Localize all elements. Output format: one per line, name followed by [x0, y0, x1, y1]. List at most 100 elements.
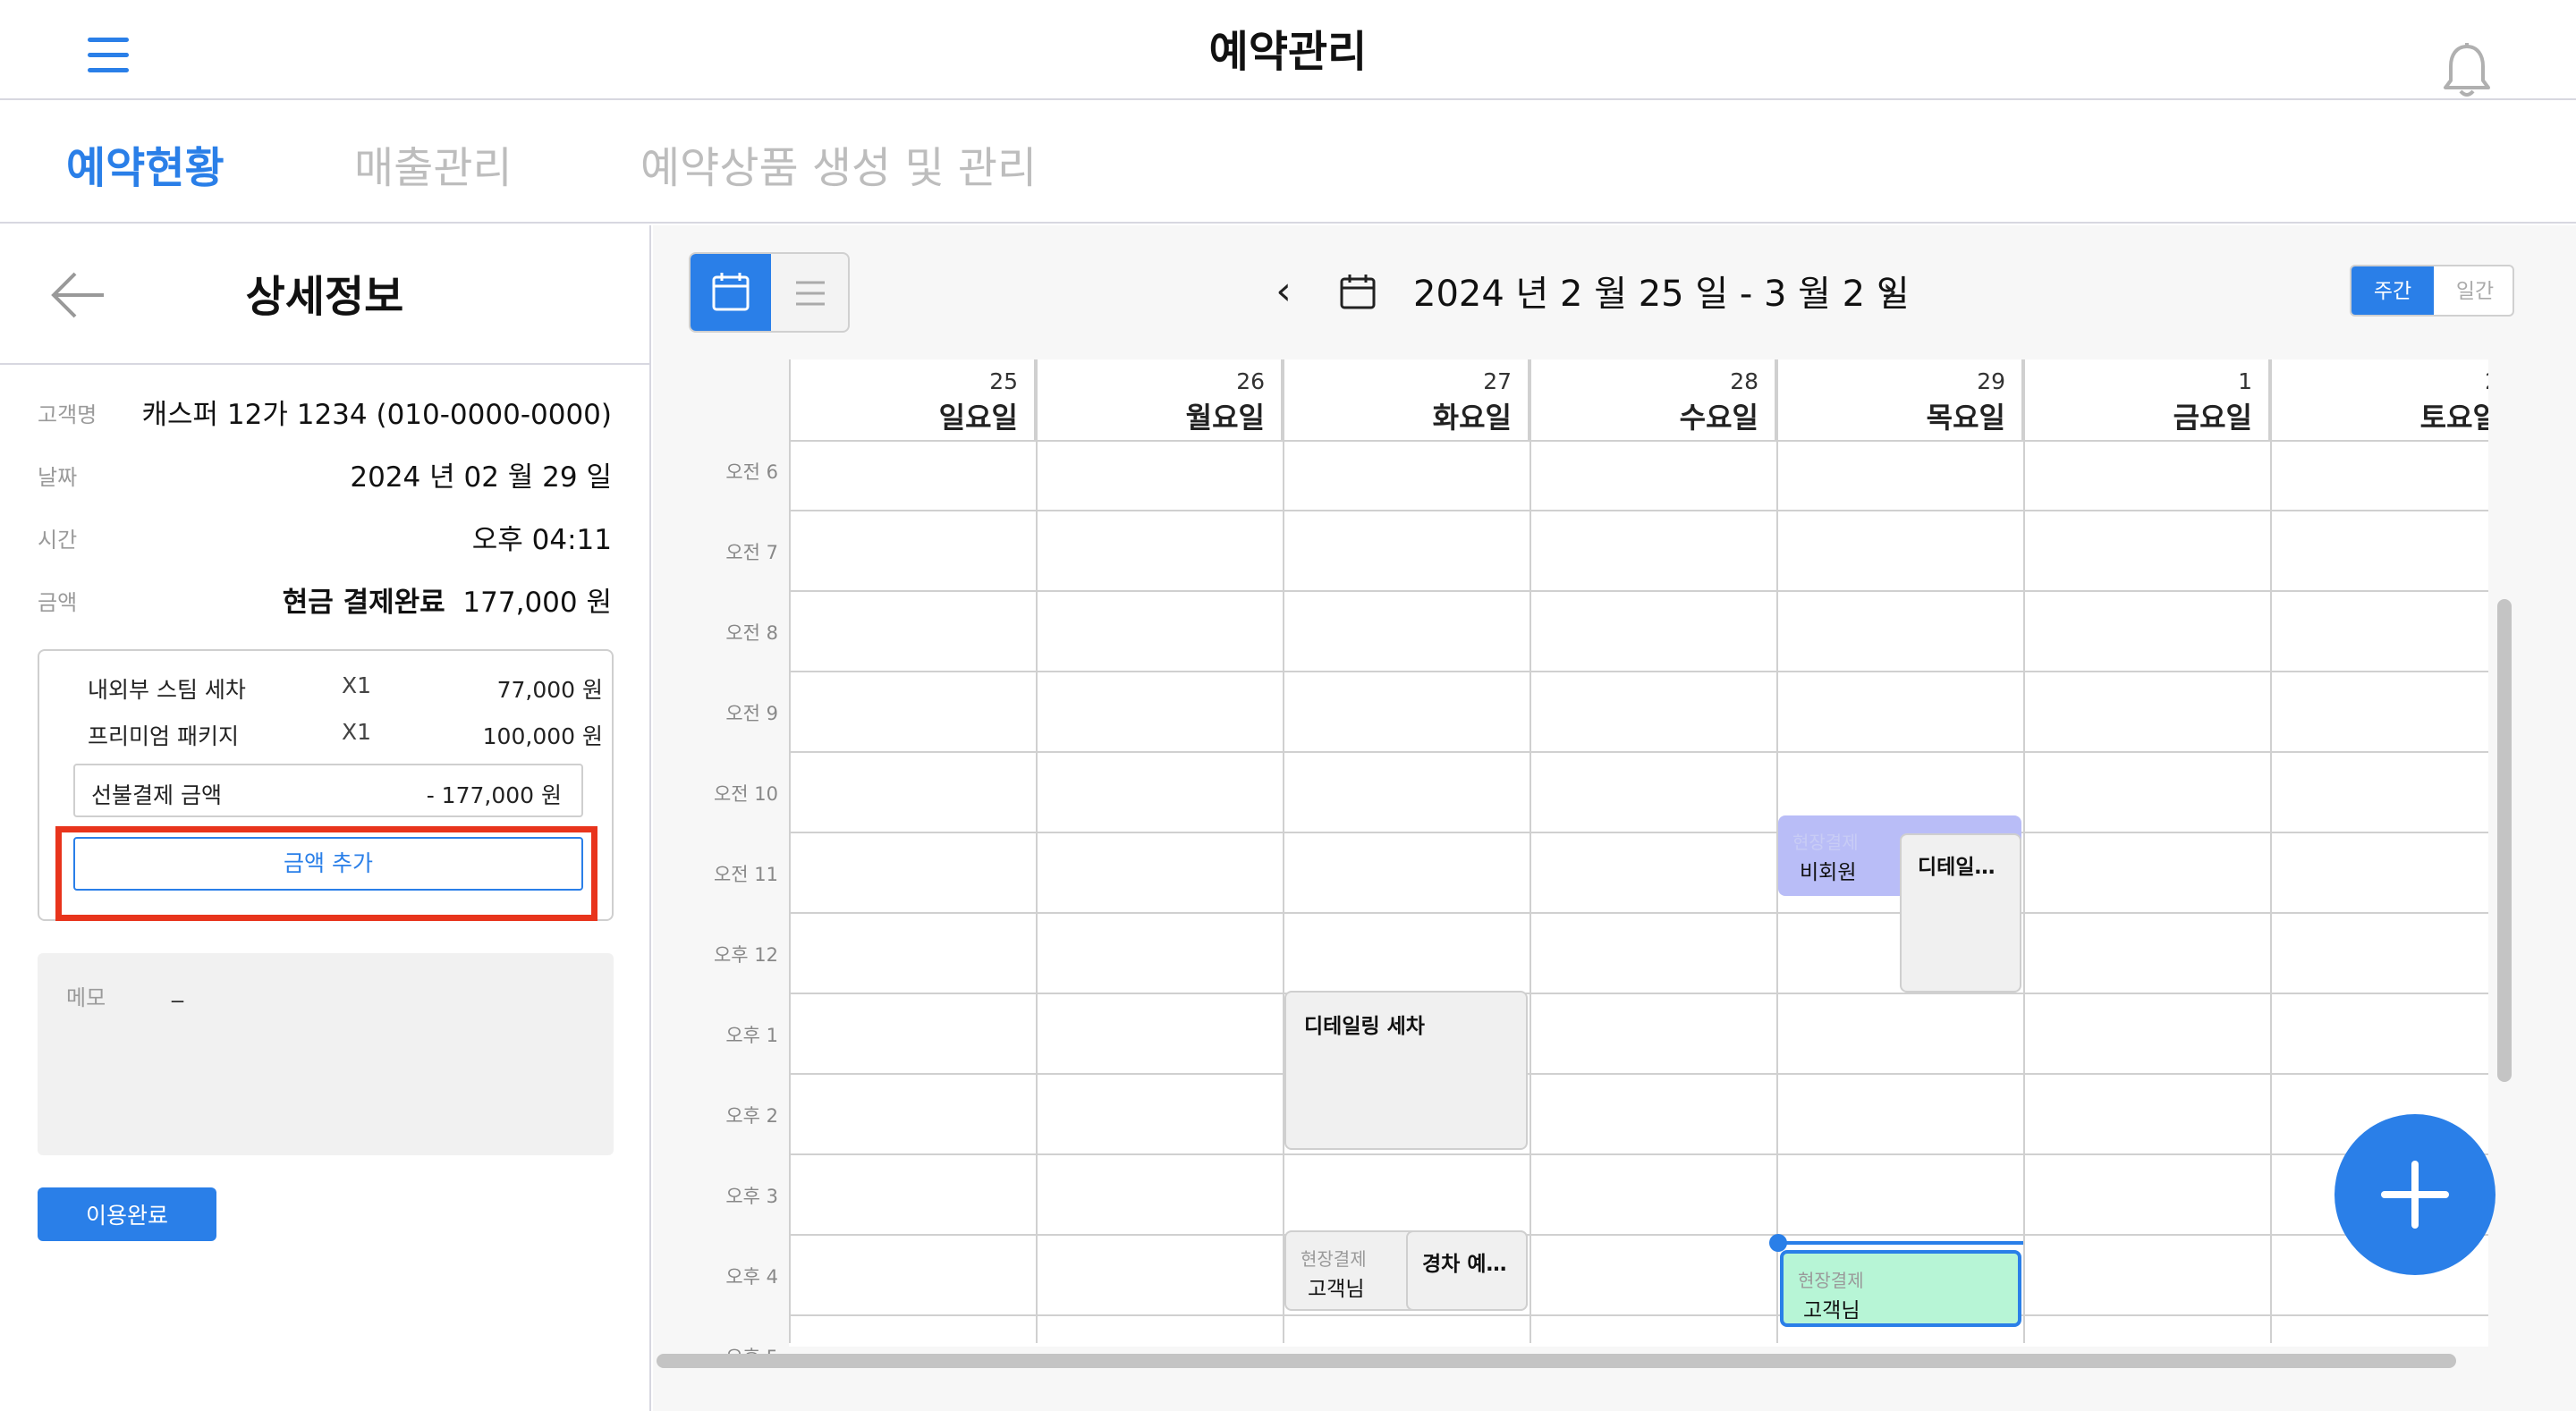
next-week-button[interactable]: ›	[1868, 266, 1912, 317]
time-label: 시간	[38, 528, 78, 553]
item-price: 77,000 원	[496, 677, 603, 703]
day-header: 27 화요일	[1283, 359, 1530, 440]
calendar-toolbar: ‹ 2024 년 2 월 25 일 - 3 월 2 일 › 주간 일간	[653, 225, 2576, 359]
calendar-body[interactable]	[789, 440, 2488, 1347]
date-range[interactable]: 2024 년 2 월 25 일 - 3 월 2 일	[1413, 265, 1910, 317]
day-number: 1	[2238, 368, 2252, 394]
event-payment-type: 현장결제	[1301, 1248, 1367, 1270]
item-name: 내외부 스팀 세차	[88, 677, 246, 703]
detail-title: 상세정보	[245, 272, 404, 322]
event-title: 경차 예…	[1422, 1253, 1507, 1276]
day-header: 29 목요일	[1776, 359, 2023, 440]
date-row: 날짜 2024 년 02 월 29 일	[38, 454, 612, 494]
day-number: 25	[989, 368, 1018, 394]
complete-button[interactable]: 이용완료	[38, 1187, 216, 1241]
tab-sales-management[interactable]: 매출관리	[354, 132, 513, 195]
detail-header: 상세정보	[0, 225, 649, 365]
week-view-button[interactable]: 주간	[2351, 266, 2434, 315]
time-label: 오전 7	[725, 542, 778, 563]
weekday-label: 일요일	[938, 401, 1018, 435]
line-items-box: 내외부 스팀 세차 X1 77,000 원 프리미엄 패키지 X1 100,00…	[38, 649, 614, 921]
date-picker-icon[interactable]	[1338, 272, 1377, 311]
time-label: 오전 10	[713, 783, 778, 805]
date-value: 2024 년 02 월 29 일	[350, 461, 612, 494]
event-payment-type: 현장결제	[1792, 832, 1859, 853]
prepay-value: - 177,000 원	[426, 782, 562, 808]
weekday-label: 금요일	[2173, 401, 2252, 435]
week-calendar: 오전 6 오전 7 오전 8 오전 9 오전 10 오전 11 오후 12 오후…	[653, 359, 2576, 1411]
time-label: 오후 1	[725, 1025, 778, 1046]
list-view-button[interactable]	[771, 254, 848, 331]
main-tabs: 예약현황 매출관리 예약상품 생성 및 관리	[0, 102, 2576, 224]
event-detailing-wash[interactable]: 디테일링 세차	[1284, 991, 1528, 1150]
calendar-panel: ‹ 2024 년 2 월 25 일 - 3 월 2 일 › 주간 일간 오전 6…	[653, 225, 2576, 1411]
calendar-icon	[712, 273, 750, 311]
event-payment-type: 현장결제	[1798, 1270, 1864, 1291]
item-qty: X1	[342, 672, 372, 698]
item-name: 프리미엄 패키지	[88, 723, 239, 749]
time-label: 오전 8	[725, 622, 778, 644]
day-number: 27	[1483, 368, 1512, 394]
day-header: 26 월요일	[1036, 359, 1283, 440]
time-value: 오후 04:11	[471, 524, 612, 556]
time-label: 오전 9	[725, 703, 778, 724]
event-onsite-thursday-selected[interactable]: 현장결제 고객님	[1780, 1250, 2021, 1327]
item-price: 100,000 원	[482, 723, 603, 749]
day-view-button[interactable]: 일간	[2434, 266, 2512, 315]
bell-icon[interactable]	[2440, 41, 2494, 98]
day-header: 1 금요일	[2023, 359, 2270, 440]
list-item: 프리미엄 패키지 X1 100,000 원	[88, 719, 603, 751]
time-row: 시간 오후 04:11	[38, 517, 612, 556]
memo-value: _	[172, 976, 183, 1003]
prev-week-button[interactable]: ‹	[1261, 266, 1306, 317]
day-header: 28 수요일	[1530, 359, 1776, 440]
vertical-scrollbar[interactable]	[2497, 599, 2512, 1082]
event-customer: 고객님	[1308, 1278, 1365, 1301]
event-customer: 비회원	[1800, 861, 1857, 884]
weekday-label: 월요일	[1185, 401, 1265, 435]
event-customer: 고객님	[1803, 1299, 1860, 1322]
day-number: 2	[2485, 368, 2488, 394]
calendar-view-button[interactable]	[691, 254, 771, 331]
tab-reservation-status[interactable]: 예약현황	[66, 132, 225, 195]
weekday-label: 토요일	[2419, 401, 2488, 435]
event-title: 디테일…	[1918, 856, 1996, 879]
current-time-dot	[1769, 1234, 1787, 1252]
weekday-label: 화요일	[1432, 401, 1512, 435]
customer-label: 고객명	[38, 402, 97, 427]
event-compact-car[interactable]: 경차 예…	[1406, 1230, 1528, 1311]
list-item: 내외부 스팀 세차 X1 77,000 원	[88, 672, 603, 705]
day-header: 2 토요일	[2270, 359, 2488, 440]
amount-label: 금액	[38, 590, 78, 615]
day-number: 29	[1977, 368, 2005, 394]
page-title: 예약관리	[1208, 27, 1368, 77]
detail-panel: 상세정보 고객명 캐스퍼 12가 1234 (010-0000-0000) 날짜…	[0, 225, 651, 1411]
tab-product-management[interactable]: 예약상품 생성 및 관리	[640, 132, 1037, 195]
event-detailing-short[interactable]: 디테일…	[1900, 833, 2021, 993]
weekday-label: 수요일	[1679, 401, 1758, 435]
time-label: 오전 6	[725, 461, 778, 483]
add-reservation-button[interactable]	[2334, 1114, 2496, 1275]
event-title: 디테일링 세차	[1304, 1015, 1425, 1038]
time-label: 오후 4	[725, 1266, 778, 1288]
customer-value: 캐스퍼 12가 1234 (010-0000-0000)	[141, 399, 613, 431]
horizontal-scrollbar[interactable]	[657, 1354, 2456, 1368]
day-header: 25 일요일	[789, 359, 1036, 440]
memo-label: 메모	[66, 985, 106, 1010]
customer-row: 고객명 캐스퍼 12가 1234 (010-0000-0000)	[38, 392, 612, 431]
date-label: 날짜	[38, 465, 78, 490]
prepay-label: 선불결제 금액	[91, 782, 222, 808]
calendar-grid: 25 일요일 26 월요일 27 화요일 28 수요일 29 목요일 1 금요일	[789, 359, 2488, 1347]
payment-status: 현금 결제완료	[282, 587, 445, 619]
current-time-indicator	[1776, 1241, 2023, 1245]
time-label: 오후 12	[713, 944, 778, 966]
time-label: 오후 3	[725, 1186, 778, 1207]
view-mode-toggle: 주간 일간	[2350, 265, 2514, 317]
prepay-row: 선불결제 금액 - 177,000 원	[73, 764, 583, 817]
amount-value: 현금 결제완료 177,000 원	[283, 579, 612, 620]
weekday-label: 목요일	[1926, 401, 2005, 435]
list-icon	[796, 281, 825, 306]
add-amount-button[interactable]: 금액 추가	[73, 837, 583, 891]
memo-box: 메모 _	[38, 953, 614, 1155]
day-number: 26	[1236, 368, 1265, 394]
